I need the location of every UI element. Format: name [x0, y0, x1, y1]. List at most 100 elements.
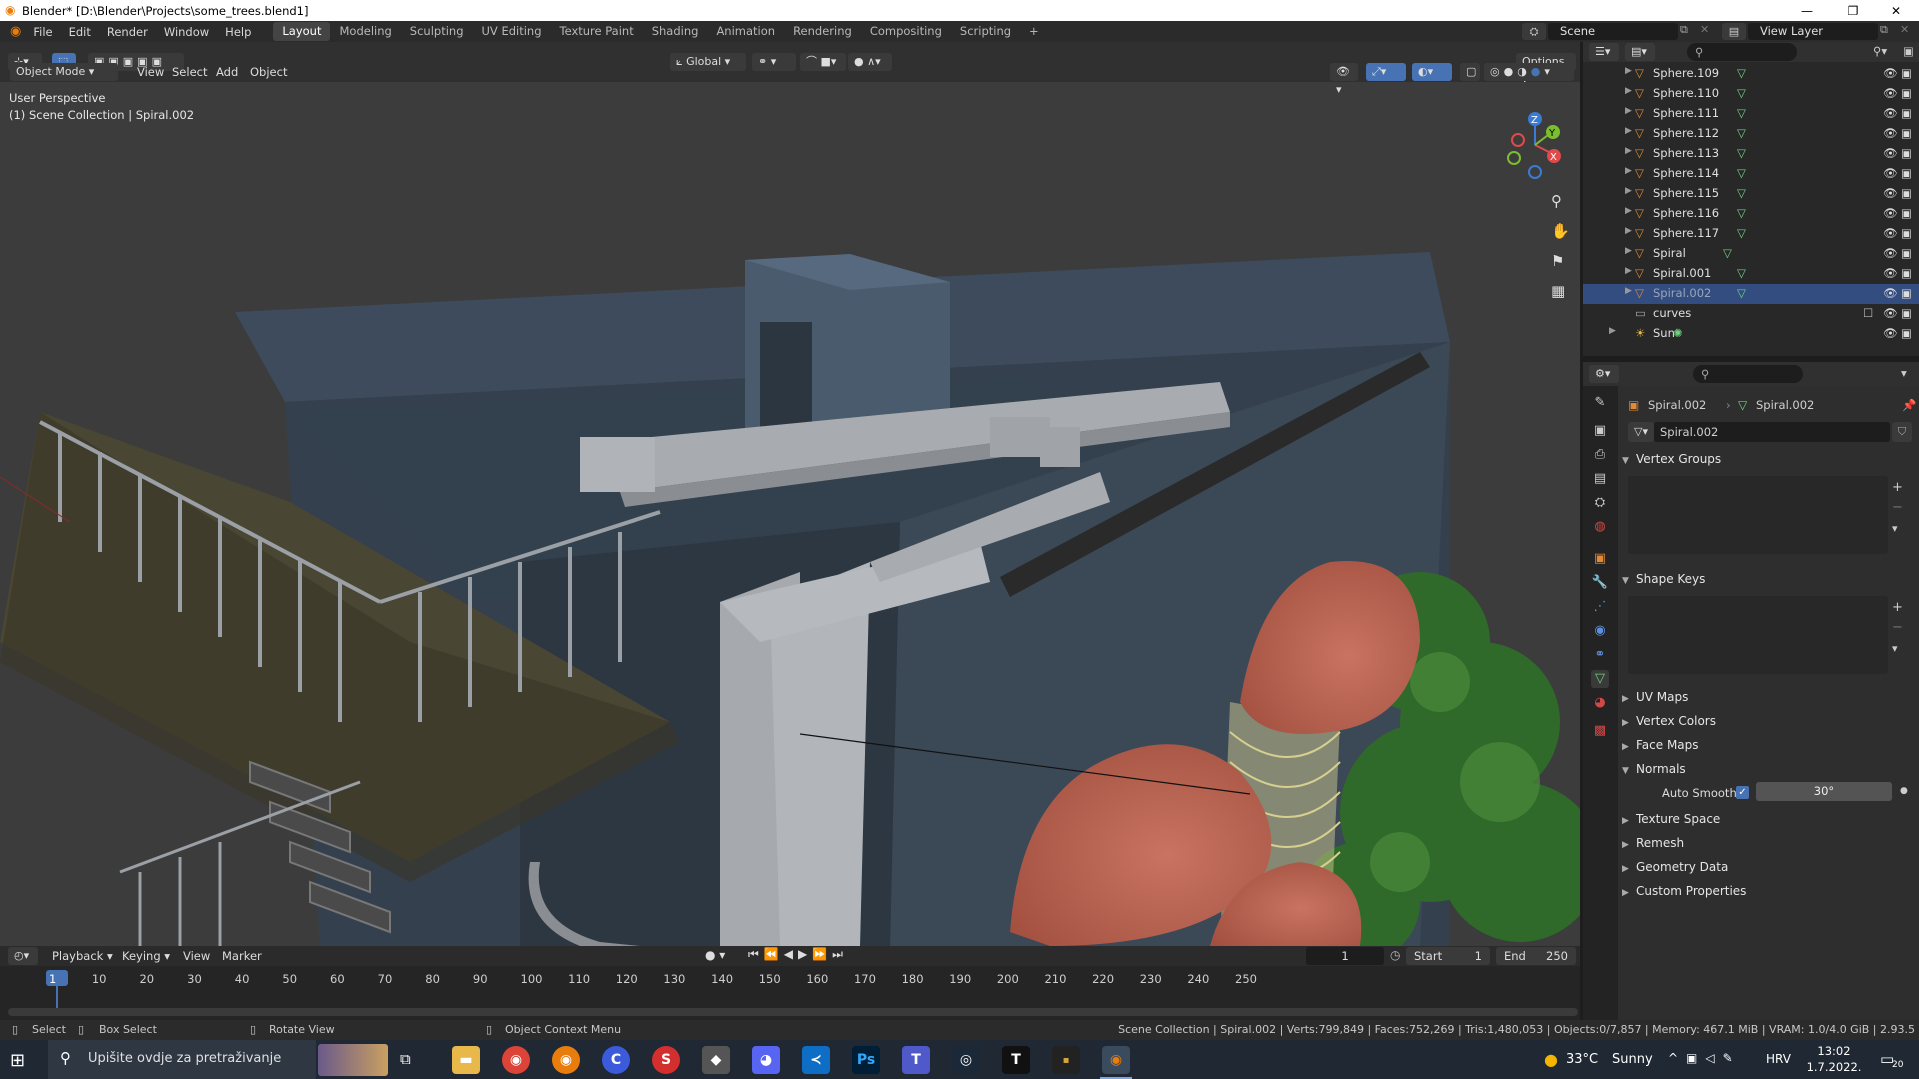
timeline[interactable]: 1 10 20 30 40 50 60 70 80 90 100 110 120 130 140 150 160…	[0, 966, 1580, 1020]
new-collection-icon[interactable]: ▣	[1903, 44, 1914, 58]
view-layer-tab-icon[interactable]: ▤	[1591, 470, 1609, 488]
proportional-edit-icon[interactable]: ● ∧▾	[848, 53, 892, 71]
camera-render-icon[interactable]: ▣	[1901, 326, 1912, 340]
current-frame-field[interactable]: 1	[1306, 947, 1384, 965]
snap-icon[interactable]: ⌒ ■▾	[800, 53, 846, 71]
typora-icon[interactable]: T	[1002, 1046, 1030, 1074]
remove-shape-key-icon[interactable]: −	[1892, 620, 1903, 635]
mesh-data-icon[interactable]: ▽	[1737, 66, 1746, 80]
outliner-row[interactable]: ▶ ▽ Spiral ▽ 👁 ▣	[1583, 244, 1919, 264]
tab-shading[interactable]: Shading	[643, 22, 708, 41]
timeline-scrollbar[interactable]	[8, 1008, 1578, 1016]
shape-keys-list[interactable]	[1628, 596, 1888, 674]
exclude-checkbox[interactable]: ☐	[1863, 306, 1873, 320]
remove-vertex-group-icon[interactable]: −	[1892, 500, 1903, 515]
light-data-icon[interactable]: ✺	[1673, 326, 1683, 340]
substance-icon[interactable]: S	[652, 1046, 680, 1074]
menu-timeline-view[interactable]: View	[179, 947, 214, 965]
modifier-tab-icon[interactable]: 🔧	[1591, 574, 1609, 592]
camera-render-icon[interactable]: ▣	[1901, 246, 1912, 260]
auto-smooth-angle-field[interactable]: 30°	[1756, 782, 1892, 801]
data-tab-icon[interactable]: ▽	[1591, 670, 1609, 688]
mesh-data-icon[interactable]: ▽	[1737, 186, 1746, 200]
panel-texture-space[interactable]: ▶ Texture Space	[1622, 808, 1912, 830]
eye-icon[interactable]: 👁	[1883, 186, 1898, 200]
clock[interactable]: 13:02 1.7.2022.	[1806, 1043, 1862, 1075]
expand-arrow-icon[interactable]: ▶	[1625, 186, 1632, 196]
vertex-group-specials-icon[interactable]: ▾	[1892, 522, 1898, 535]
outliner-row[interactable]: ▶ ▽ Spiral.002 ▽ 👁 ▣	[1583, 284, 1919, 304]
weather-sun-icon[interactable]: ●	[1544, 1050, 1558, 1069]
eye-icon[interactable]: 👁	[1883, 286, 1898, 300]
camera-render-icon[interactable]: ▣	[1901, 266, 1912, 280]
discord-icon[interactable]: ◕	[752, 1046, 780, 1074]
menu-select[interactable]: Select	[168, 63, 211, 81]
blender-active-icon[interactable]: ◉	[1102, 1046, 1130, 1074]
record-icon[interactable]: ● ▾	[705, 948, 725, 962]
tab-compositing[interactable]: Compositing	[861, 22, 951, 41]
display-mode-icon[interactable]: ▤▾	[1625, 43, 1655, 61]
panel-vertex-colors[interactable]: ▶ Vertex Colors	[1622, 710, 1912, 732]
camera-render-icon[interactable]: ▣	[1901, 106, 1912, 120]
mesh-data-icon[interactable]: ▽	[1737, 126, 1746, 140]
camera-render-icon[interactable]: ▣	[1901, 226, 1912, 240]
mesh-data-icon[interactable]: ▽	[1723, 246, 1732, 260]
vertex-groups-list[interactable]	[1628, 476, 1888, 554]
clock-icon[interactable]: ◷	[1390, 948, 1400, 962]
panel-normals[interactable]: ▼ Normals	[1622, 758, 1912, 780]
menu-window[interactable]: Window	[156, 25, 217, 39]
add-vertex-group-icon[interactable]: +	[1892, 480, 1903, 495]
expand-arrow-icon[interactable]: ▶	[1625, 126, 1632, 136]
tab-uv-editing[interactable]: UV Editing	[473, 22, 551, 41]
new-scene-icon[interactable]: ⧉	[1680, 23, 1696, 40]
task-view-icon[interactable]: ⧉	[400, 1050, 411, 1068]
outliner-row[interactable]: ▶ ▽ Sphere.114 ▽ 👁 ▣	[1583, 164, 1919, 184]
keyframe-dot-icon[interactable]: ●	[1900, 786, 1908, 796]
eye-icon[interactable]: 👁	[1883, 106, 1898, 120]
restore-button[interactable]: ❐	[1830, 0, 1876, 21]
panel-geometry-data[interactable]: ▶ Geometry Data	[1622, 856, 1912, 878]
mesh-data-icon[interactable]: ▽	[1737, 146, 1746, 160]
camera-render-icon[interactable]: ▣	[1901, 146, 1912, 160]
outliner-row[interactable]: ▶ ▽ Sphere.110 ▽ 👁 ▣	[1583, 84, 1919, 104]
eye-icon[interactable]: 👁	[1883, 246, 1898, 260]
blender-taskbar-icon[interactable]: ◉	[552, 1046, 580, 1074]
eye-icon[interactable]: 👁	[1883, 206, 1898, 220]
mesh-data-icon[interactable]: ▽	[1737, 266, 1746, 280]
panel-remesh[interactable]: ▶ Remesh	[1622, 832, 1912, 854]
panel-custom-properties[interactable]: ▶ Custom Properties	[1622, 880, 1912, 902]
eye-icon[interactable]: 👁	[1883, 146, 1898, 160]
render-tab-icon[interactable]: ▣	[1591, 422, 1609, 440]
fake-user-icon[interactable]: ⛉	[1892, 422, 1912, 442]
transform-orientation-dropdown[interactable]: ⟀ Global ▾	[670, 53, 746, 71]
outliner-row[interactable]: ▶ ▽ Sphere.111 ▽ 👁 ▣	[1583, 104, 1919, 124]
outliner-row[interactable]: ▶ ▽ Sphere.113 ▽ 👁 ▣	[1583, 144, 1919, 164]
expand-arrow-icon[interactable]: ▶	[1625, 266, 1632, 276]
mesh-browse-icon[interactable]: ▽▾	[1628, 422, 1654, 442]
delete-view-layer-icon[interactable]: ✕	[1900, 23, 1916, 40]
camera-view-icon[interactable]: ⚑	[1551, 252, 1564, 270]
camera-render-icon[interactable]: ▣	[1901, 66, 1912, 80]
photoshop-icon[interactable]: Ps	[852, 1046, 880, 1074]
language-indicator[interactable]: HRV	[1766, 1052, 1791, 1066]
start-frame-field[interactable]: Start 1	[1406, 947, 1490, 965]
close-button[interactable]: ✕	[1873, 0, 1919, 21]
menu-help[interactable]: Help	[217, 25, 259, 39]
expand-arrow-icon[interactable]: ▶	[1625, 206, 1632, 216]
expand-arrow-icon[interactable]: ▶	[1625, 166, 1632, 176]
end-frame-field[interactable]: End 250	[1496, 947, 1576, 965]
pan-hand-icon[interactable]: ✋	[1551, 222, 1570, 240]
tab-rendering[interactable]: Rendering	[784, 22, 861, 41]
shape-key-specials-icon[interactable]: ▾	[1892, 642, 1898, 655]
eye-icon[interactable]: 👁	[1883, 326, 1898, 340]
vscode-icon[interactable]: ≺	[802, 1046, 830, 1074]
object-mode-dropdown[interactable]: Object Mode ▾	[10, 63, 118, 81]
tab-layout[interactable]: Layout	[273, 22, 331, 41]
menu-render[interactable]: Render	[99, 25, 156, 39]
gizmo-toggle-icon[interactable]: ⤢▾	[1366, 63, 1406, 81]
menu-view[interactable]: View	[133, 63, 168, 81]
taskbar-search-box[interactable]: ⚲ Upišite ovdje za pretraživanje	[48, 1040, 316, 1079]
blender-menu-icon[interactable]: ◉	[10, 24, 21, 39]
camera-render-icon[interactable]: ▣	[1901, 186, 1912, 200]
perspective-grid-icon[interactable]: ▦	[1551, 282, 1565, 300]
